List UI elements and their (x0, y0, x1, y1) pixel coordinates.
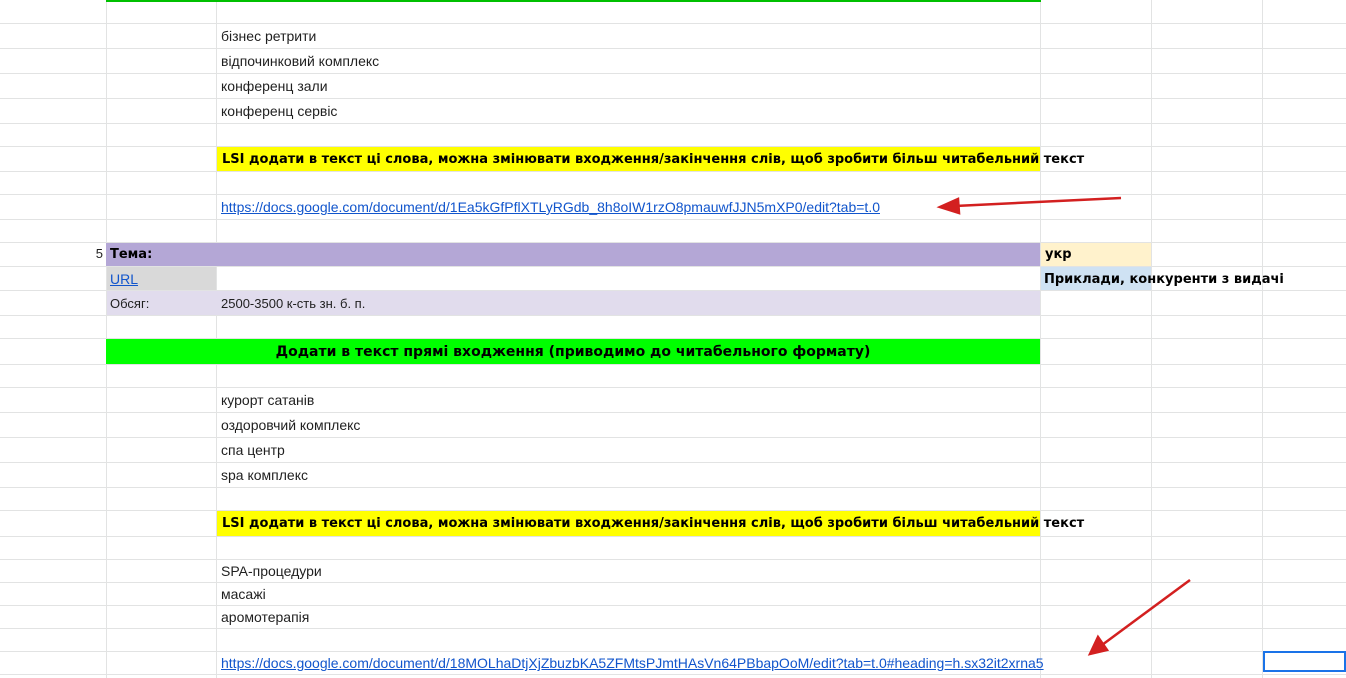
lsi-word-cell[interactable]: SPA-процедури (221, 563, 322, 579)
google-doc-link[interactable]: https://docs.google.com/document/d/18MOL… (221, 655, 1044, 671)
keyword-cell[interactable]: бізнес ретрити (221, 28, 316, 44)
green-border-top (106, 0, 1041, 2)
selected-cell[interactable] (1263, 651, 1346, 672)
keyword-cell[interactable]: spa комплекс (221, 467, 308, 483)
row-number: 5 (95, 246, 103, 261)
lsi-word-cell[interactable]: аромотерапія (221, 609, 309, 625)
lsi-banner-text: LSI додати в текст ці слова, можна зміню… (222, 152, 1085, 167)
keyword-cell[interactable]: відпочинковий комплекс (221, 53, 379, 69)
examples-label: Приклади, конкуренти з видачі (1044, 272, 1284, 287)
keyword-cell[interactable]: конференц сервіс (221, 103, 337, 119)
keyword-cell[interactable]: спа центр (221, 442, 285, 458)
volume-value: 2500-3500 к-сть зн. б. п. (221, 296, 366, 311)
lsi-banner-text: LSI додати в текст ці слова, можна зміню… (222, 516, 1085, 531)
keyword-cell[interactable]: конференц зали (221, 78, 328, 94)
google-doc-link[interactable]: https://docs.google.com/document/d/1Ea5k… (221, 199, 880, 215)
topic-label: Тема: (110, 247, 153, 262)
lsi-word-cell[interactable]: масажі (221, 586, 266, 602)
url-label[interactable]: URL (110, 271, 138, 287)
red-arrow-2 (1087, 578, 1191, 656)
keyword-cell[interactable]: курорт сатанів (221, 392, 314, 408)
volume-label: Обсяг: (110, 296, 150, 311)
topic-header-row[interactable] (106, 243, 1040, 266)
keyword-cell[interactable]: оздоровчий комплекс (221, 417, 360, 433)
red-arrow-1 (936, 196, 1122, 215)
direct-entries-banner-text: Додати в текст прямі входження (приводим… (275, 344, 871, 360)
language-label: укр (1045, 247, 1072, 262)
